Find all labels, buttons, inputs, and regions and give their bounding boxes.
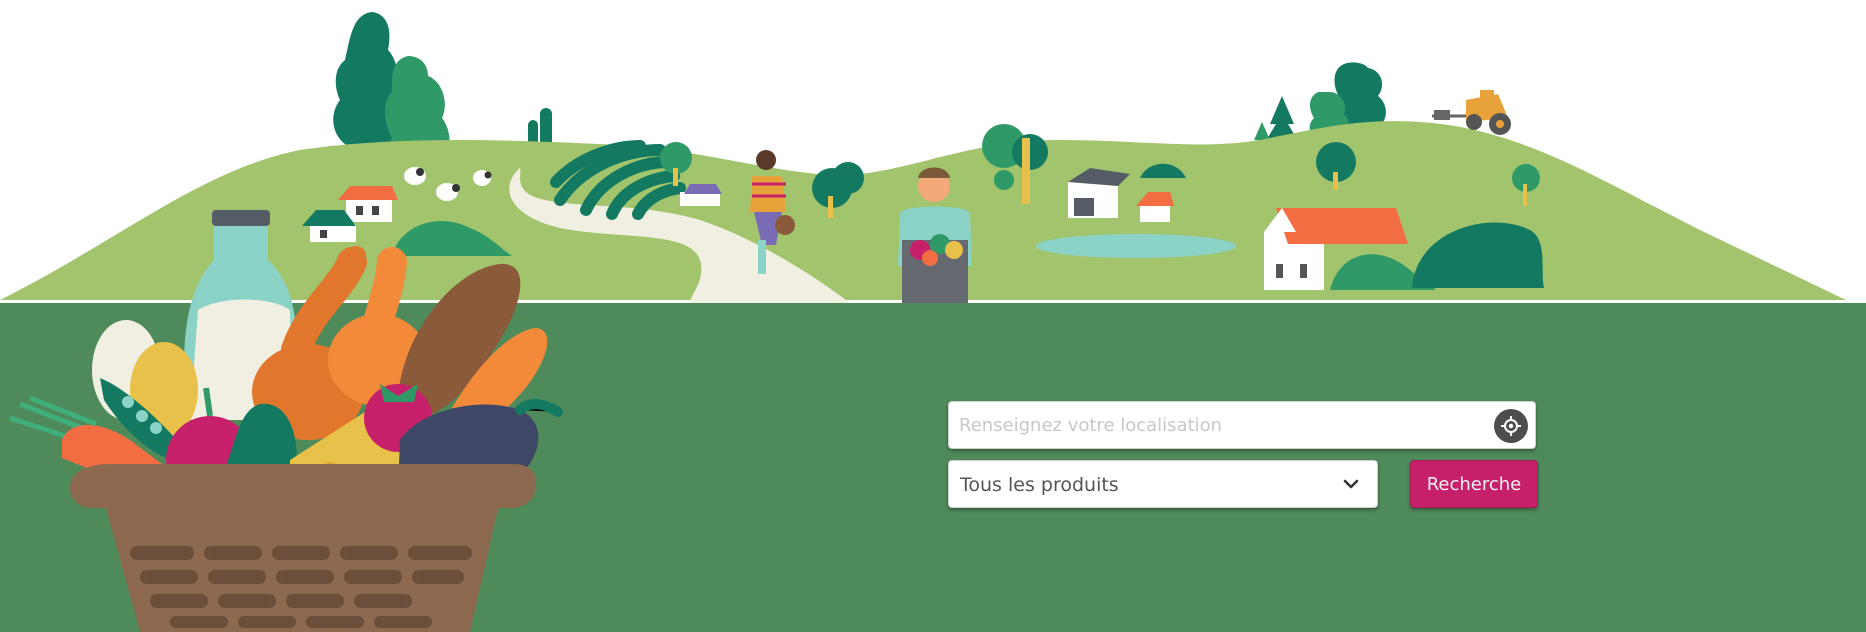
location-field[interactable] [948,401,1536,449]
product-select[interactable]: Tous les produits [948,460,1378,508]
chevron-down-icon [1343,479,1359,489]
search-button[interactable]: Recherche [1410,460,1538,508]
location-input[interactable] [959,402,1479,448]
hero-illustration [0,0,1866,632]
product-select-value: Tous les produits [960,474,1119,496]
geolocate-button[interactable] [1494,409,1528,443]
pond [1036,234,1236,258]
crosshair-icon [1501,416,1521,436]
